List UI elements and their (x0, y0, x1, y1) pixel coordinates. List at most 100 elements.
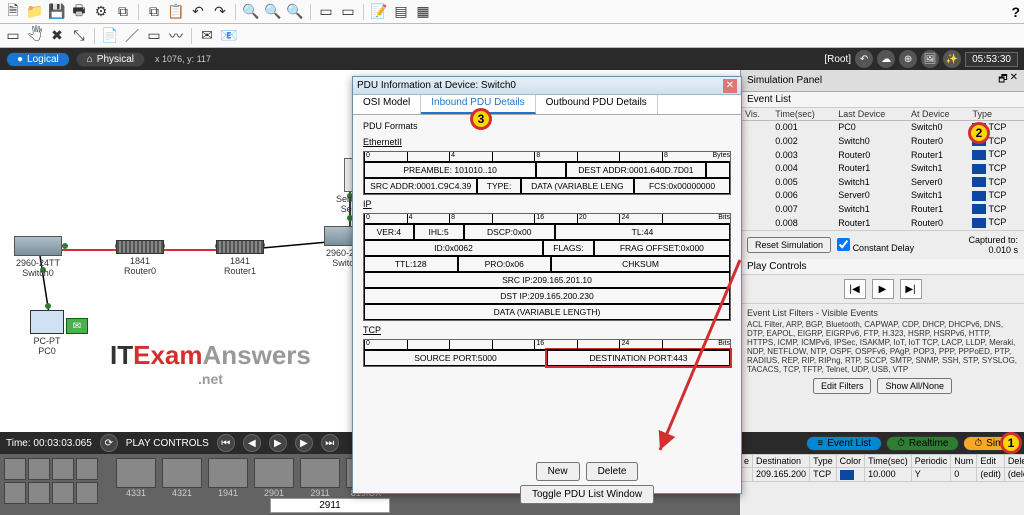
pdu-envelope-icon[interactable]: ✉ (66, 318, 88, 334)
fwd-frame-button[interactable]: ▶| (900, 279, 922, 299)
print-icon[interactable]: 🖶 (70, 3, 88, 21)
selected-device: 2911 (270, 498, 390, 513)
device-option[interactable]: 4321 (162, 458, 202, 498)
root-breadcrumb[interactable]: [Root] (824, 54, 851, 65)
realtime-tab[interactable]: ⏱ Realtime (886, 436, 959, 451)
category-switch-icon[interactable] (28, 458, 50, 480)
step-fwd-icon[interactable]: ▶ (295, 434, 313, 452)
draw-freeform-icon[interactable]: 〰 (167, 27, 185, 45)
device-pc0[interactable]: PC-PT PC0 (30, 310, 64, 356)
dock-icon[interactable]: 🗗 (998, 72, 1007, 89)
device-option[interactable]: 1941 (208, 458, 248, 498)
annotation-marker-1: 1 (1000, 432, 1022, 454)
view-bar: ● Logical ⌂ Physical x 1076, y: 117 [Roo… (0, 48, 1024, 70)
simple-pdu-icon[interactable]: ✉ (198, 27, 216, 45)
globe-icon[interactable]: ⊕ (899, 50, 917, 68)
category-cloud-icon[interactable] (76, 482, 98, 504)
image-icon[interactable]: 🖼 (921, 50, 939, 68)
device-router0[interactable]: 1841 Router0 (116, 236, 164, 276)
reset-sim-button[interactable]: Reset Simulation (747, 237, 831, 253)
close-panel-icon[interactable]: ✕ (1010, 72, 1018, 89)
filters-text: ACL Filter, ARP, BGP, Bluetooth, CAPWAP,… (747, 320, 1018, 374)
close-icon[interactable]: ✕ (723, 79, 737, 93)
category-board-icon[interactable] (52, 482, 74, 504)
back-frame-button[interactable]: |◀ (844, 279, 866, 299)
zoom-reset-icon[interactable]: 🔍 (264, 3, 282, 21)
note-icon[interactable]: 📄 (101, 27, 119, 45)
paste-icon[interactable]: 📋 (167, 3, 185, 21)
delete-pdu-button[interactable]: Delete (586, 462, 639, 481)
log-icon[interactable]: ▦ (414, 3, 432, 21)
pdu-list-row[interactable]: 209.165.200 TCP 10.000 Y 0 (edit) (delet… (741, 468, 1024, 482)
copy-icon[interactable]: ⧉ (145, 3, 163, 21)
complex-pdu-icon[interactable]: 📧 (220, 27, 238, 45)
reset-time-icon[interactable]: ⟳ (100, 434, 118, 452)
step-back-icon[interactable]: ◀ (243, 434, 261, 452)
event-list-tab[interactable]: ≡ Event List (806, 436, 882, 451)
open-folder-icon[interactable]: 📁 (26, 3, 44, 21)
activity-icon[interactable]: ⧉ (114, 3, 132, 21)
draw-line-icon[interactable]: ／ (123, 27, 141, 45)
device-router1[interactable]: 1841 Router1 (216, 236, 264, 276)
device-option[interactable]: 2901 (254, 458, 294, 498)
event-row[interactable]: 0.008Router1Router0TCP (741, 216, 1024, 230)
select-icon[interactable]: ▭ (4, 27, 22, 45)
event-row[interactable]: 0.005Switch1Server0TCP (741, 175, 1024, 189)
notes-icon[interactable]: 📝 (370, 3, 388, 21)
physical-view-tab[interactable]: ⌂ Physical (76, 52, 145, 67)
effects-icon[interactable]: ✨ (943, 50, 961, 68)
device-switch0[interactable]: 2960-24TT Switch0 (14, 236, 62, 278)
mode-tabs: ≡ Event List ⏱ Realtime ⏱ Simu (740, 432, 1024, 454)
device-option[interactable]: 4331 (116, 458, 156, 498)
pdu-list-controls: New Delete Toggle PDU List Window (520, 462, 654, 504)
cloud-icon[interactable]: ☁ (877, 50, 895, 68)
category-wan-icon[interactable] (28, 482, 50, 504)
category-hub-icon[interactable] (52, 458, 74, 480)
palette-icon[interactable]: ▭ (317, 3, 335, 21)
tcp-label: TCP (363, 325, 731, 335)
event-row[interactable]: 0.003Router0Router1TCP (741, 148, 1024, 162)
ffwd-icon[interactable]: ⏭ (321, 434, 339, 452)
logical-view-tab[interactable]: ● Logical (6, 52, 70, 67)
edit-filters-button[interactable]: Edit Filters (813, 378, 872, 394)
nav-back-icon[interactable]: ↶ (855, 50, 873, 68)
tools-toolbar: ▭ 🖑 ✖ ⤡ 📄 ／ ▭ 〰 ✉ 📧 (0, 24, 1024, 48)
event-row[interactable]: 0.007Switch1Router1TCP (741, 202, 1024, 216)
sim-time: Time: 00:03:03.065 (6, 438, 92, 449)
delete-icon[interactable]: ✖ (48, 27, 66, 45)
undo-icon[interactable]: ↶ (189, 3, 207, 21)
save-icon[interactable]: 💾 (48, 3, 66, 21)
category-wireless-icon[interactable] (76, 458, 98, 480)
show-all-button[interactable]: Show All/None (877, 378, 952, 394)
redo-icon[interactable]: ↷ (211, 3, 229, 21)
play-controls-label: Play Controls (741, 259, 1024, 275)
toggle-pdu-list-button[interactable]: Toggle PDU List Window (520, 485, 654, 504)
resize-icon[interactable]: ⤡ (70, 27, 88, 45)
category-security-icon[interactable] (4, 482, 26, 504)
zoom-out-icon[interactable]: 🔍 (286, 3, 304, 21)
pdu-window-title: PDU Information at Device: Switch0 (357, 80, 516, 91)
draw-rect-icon[interactable]: ▭ (145, 27, 163, 45)
sim-clock: 05:53:30 (965, 52, 1018, 67)
play-button[interactable]: ▶ (872, 279, 894, 299)
custom-icon[interactable]: ▭ (339, 3, 357, 21)
rewind-icon[interactable]: ⏮ (217, 434, 235, 452)
view-icon[interactable]: ▤ (392, 3, 410, 21)
event-row[interactable]: 0.004Router1Switch1TCP (741, 161, 1024, 175)
tab-osi-model[interactable]: OSI Model (353, 95, 421, 114)
zoom-in-icon[interactable]: 🔍 (242, 3, 260, 21)
hand-icon[interactable]: 🖑 (26, 27, 44, 45)
tab-outbound-pdu[interactable]: Outbound PDU Details (536, 95, 658, 114)
wizard-icon[interactable]: ⚙ (92, 3, 110, 21)
constant-delay-checkbox[interactable]: Constant Delay (837, 238, 914, 253)
new-pdu-button[interactable]: New (536, 462, 580, 481)
category-router-icon[interactable] (4, 458, 26, 480)
play-icon[interactable]: ▶ (269, 434, 287, 452)
help-icon[interactable]: ? (1011, 4, 1020, 20)
new-file-icon[interactable]: 🗎 (4, 3, 22, 21)
destination-port-field: DESTINATION PORT:443 (547, 350, 730, 366)
event-row[interactable]: 0.006Server0Switch1TCP (741, 189, 1024, 203)
device-option[interactable]: 2911 (300, 458, 340, 498)
eth-label: EthernetII (363, 137, 731, 147)
ip-label: IP (363, 199, 731, 209)
